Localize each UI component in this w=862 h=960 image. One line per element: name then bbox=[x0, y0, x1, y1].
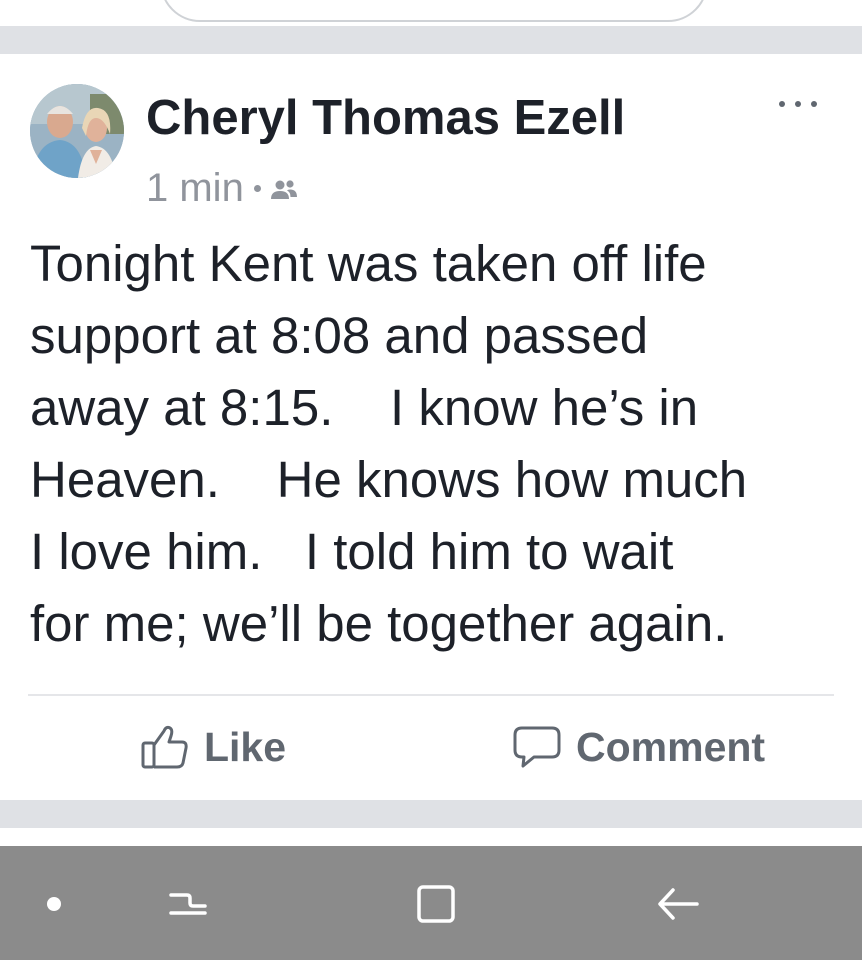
avatar-photo bbox=[30, 84, 124, 178]
dot-icon[interactable] bbox=[26, 876, 82, 932]
feed-gap bbox=[0, 26, 862, 54]
composer-box-edge[interactable] bbox=[160, 0, 708, 22]
android-nav-bar bbox=[0, 846, 862, 960]
comment-bubble-icon bbox=[513, 726, 561, 768]
recent-apps-icon[interactable] bbox=[160, 876, 216, 932]
post-card: Cheryl Thomas Ezell 1 min Tonight Kent w… bbox=[0, 54, 862, 800]
post-body-text: Tonight Kent was taken off life support … bbox=[30, 235, 748, 652]
post-meta: 1 min bbox=[146, 166, 299, 211]
separator-dot bbox=[253, 185, 261, 192]
thumbs-up-icon bbox=[141, 725, 188, 769]
friends-icon[interactable] bbox=[269, 166, 299, 211]
comment-button[interactable]: Comment bbox=[512, 722, 765, 772]
comment-label: Comment bbox=[576, 723, 766, 770]
post-timestamp[interactable]: 1 min bbox=[146, 166, 244, 211]
like-button[interactable]: Like bbox=[140, 722, 286, 772]
avatar[interactable] bbox=[30, 84, 124, 178]
back-icon[interactable] bbox=[650, 876, 706, 932]
home-icon[interactable] bbox=[408, 876, 464, 932]
more-options-icon[interactable] bbox=[776, 94, 820, 114]
author-name[interactable]: Cheryl Thomas Ezell bbox=[146, 90, 625, 146]
previous-element-strip bbox=[0, 0, 862, 26]
next-post-edge bbox=[0, 828, 862, 846]
divider bbox=[28, 694, 834, 696]
like-label: Like bbox=[204, 723, 287, 770]
feed-gap bbox=[0, 800, 862, 828]
